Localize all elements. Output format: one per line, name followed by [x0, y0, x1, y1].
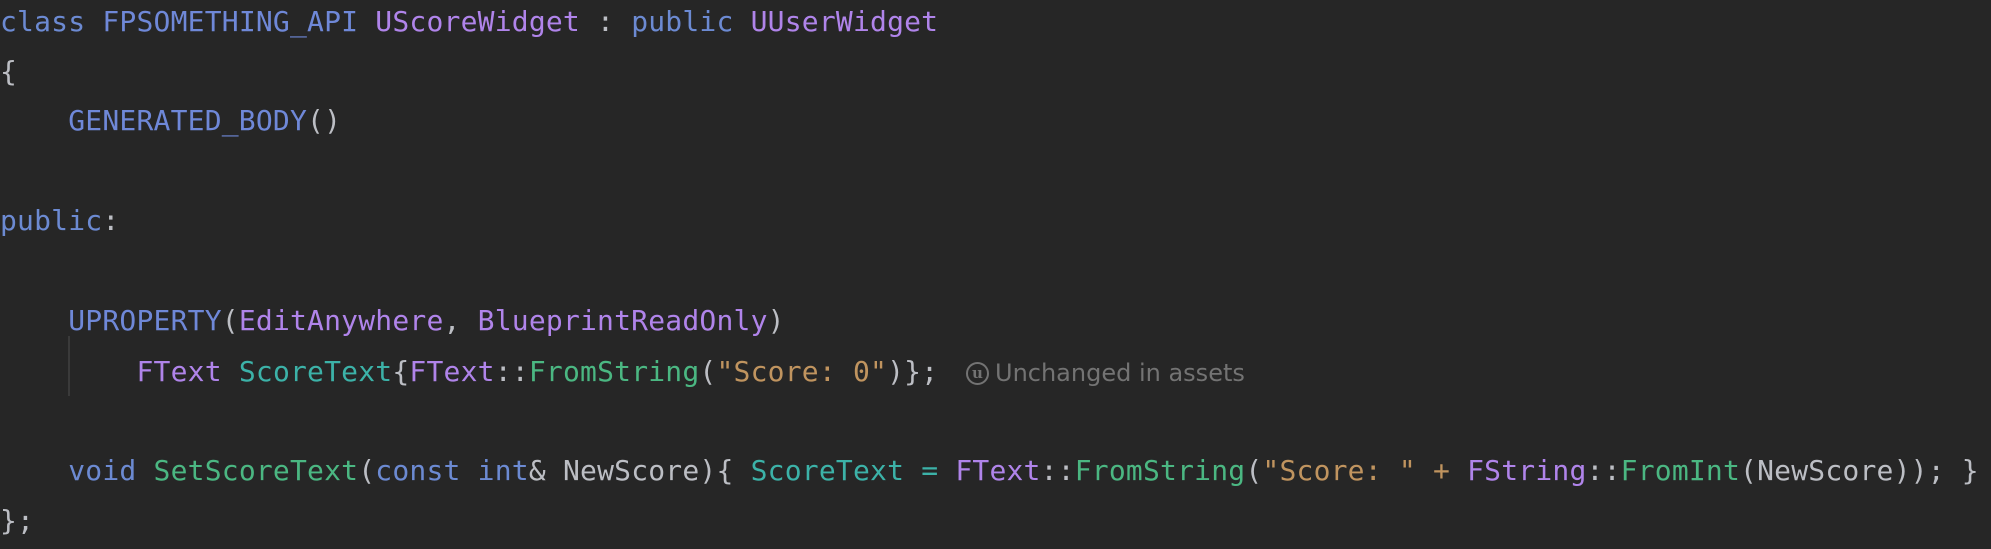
brace-open: {	[0, 55, 18, 88]
member-name: ScoreText	[238, 355, 393, 388]
code-editor[interactable]: class FPSOMETHING_API UScoreWidget : pub…	[0, 0, 1991, 549]
inlay-hint-text: Unchanged in assets	[995, 359, 1245, 387]
scope-operator-3: ::	[1586, 454, 1621, 487]
generated-body-macro: GENERATED_BODY	[68, 104, 308, 137]
fstring-type: FString	[1467, 454, 1587, 487]
parameter-new-score: & NewScore	[528, 454, 700, 487]
call-paren-open: (	[699, 355, 717, 388]
init-brace-open: {	[392, 355, 410, 388]
call-paren-open-3: (	[1740, 454, 1758, 487]
keyword-const: const	[375, 454, 461, 487]
fromint-function: FromInt	[1620, 454, 1741, 487]
function-name: SetScoreText	[153, 454, 359, 487]
string-literal-2: "Score: "	[1262, 454, 1416, 487]
uproperty-macro: UPROPERTY	[68, 304, 222, 337]
fromstring-function-2: FromString	[1074, 454, 1246, 487]
scope-operator-2: ::	[1040, 454, 1075, 487]
brace-close: };	[0, 504, 35, 537]
specifier-blueprint-read-only: BlueprintReadOnly	[477, 304, 768, 337]
keyword-void: void	[68, 454, 137, 487]
code-line-open-brace[interactable]: {	[0, 47, 17, 97]
keyword-class: class	[0, 5, 86, 38]
code-line-set-score-text[interactable]: void SetScoreText(const int& NewScore){ …	[0, 446, 1979, 496]
inheritance-colon: :	[580, 5, 632, 38]
inlay-hint-unchanged-in-assets[interactable]: u Unchanged in assets	[966, 353, 1245, 393]
api-macro: FPSOMETHING_API	[102, 5, 359, 38]
uproperty-paren-open: (	[221, 304, 239, 337]
keyword-public-access: public	[0, 204, 103, 237]
code-line-uproperty[interactable]: UPROPERTY(EditAnywhere, BlueprintReadOnl…	[0, 296, 785, 346]
specifier-edit-anywhere: EditAnywhere	[238, 304, 444, 337]
ftext-type-2: FText	[955, 454, 1041, 487]
code-line-close-brace[interactable]: };	[0, 496, 34, 546]
code-line-generated-body[interactable]: GENERATED_BODY()	[0, 96, 341, 146]
call-paren-open-2: (	[1245, 454, 1263, 487]
argument-new-score: NewScore	[1757, 454, 1894, 487]
assign-operator: =	[904, 454, 956, 487]
unreal-engine-icon: u	[966, 361, 989, 385]
code-line-score-text-member[interactable]: FText ScoreText{FText::FromString("Score…	[0, 347, 938, 397]
member-type: FText	[136, 355, 222, 388]
specifier-comma: ,	[443, 304, 478, 337]
class-name: UScoreWidget	[375, 5, 580, 38]
keyword-int: int	[477, 454, 529, 487]
keyword-public: public	[631, 5, 734, 38]
code-line-class-declaration[interactable]: class FPSOMETHING_API UScoreWidget : pub…	[0, 0, 938, 47]
access-colon: :	[102, 204, 120, 237]
assigned-member: ScoreText	[750, 454, 905, 487]
string-literal: "Score: 0"	[716, 355, 888, 388]
fromstring-function: FromString	[528, 355, 700, 388]
base-class-name: UUserWidget	[750, 5, 939, 38]
ftext-type: FText	[409, 355, 495, 388]
statement-end: )};	[887, 355, 939, 388]
generated-body-parens: ()	[307, 104, 342, 137]
plus-operator: +	[1415, 454, 1468, 487]
scope-operator: ::	[494, 355, 529, 388]
function-body-open: ){	[699, 454, 751, 487]
function-body-close: )); }	[1893, 454, 1979, 487]
code-line-access-public[interactable]: public:	[0, 196, 119, 246]
param-paren-open: (	[358, 454, 376, 487]
uproperty-paren-close: )	[767, 304, 785, 337]
